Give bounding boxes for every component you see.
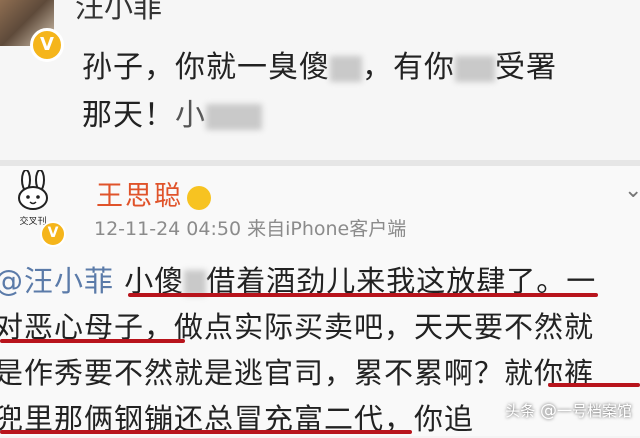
comment-line-1: 孙子，你就一臭傻 ，有你 受署: [82, 50, 557, 85]
watermark: 头条 @一号档案馆: [505, 401, 632, 421]
verified-badge-icon: V: [40, 221, 66, 247]
censor-blur: [330, 55, 362, 82]
chevron-down-icon[interactable]: ⌄: [624, 178, 640, 203]
verified-badge-icon: V: [30, 28, 64, 62]
emoji-icon: [187, 185, 211, 210]
comment-line-2: 那天！小: [82, 90, 262, 134]
highlight-underline: [548, 383, 640, 387]
highlight-underline: [128, 293, 598, 297]
avatar-rabbit-icon[interactable]: 交叉刊: [8, 170, 58, 228]
highlight-underline: [0, 339, 185, 343]
comment-card-top: V 汪小菲 孙子，你就一臭傻 ，有你 受署 那天！小: [0, 0, 640, 160]
post-line-3: 是作秀要不然就是逃官司，累不累啊？就你裤: [0, 356, 595, 390]
author-name[interactable]: 汪小菲: [75, 0, 162, 26]
post-meta: 12-11-24 04:50 来自iPhone客户端: [94, 218, 407, 240]
censor-blur: [455, 55, 495, 82]
censor-blur: [206, 103, 262, 130]
mention-link[interactable]: @汪小菲: [0, 264, 114, 298]
highlight-underline: [0, 430, 412, 434]
author-name[interactable]: 王思聪: [96, 174, 211, 213]
